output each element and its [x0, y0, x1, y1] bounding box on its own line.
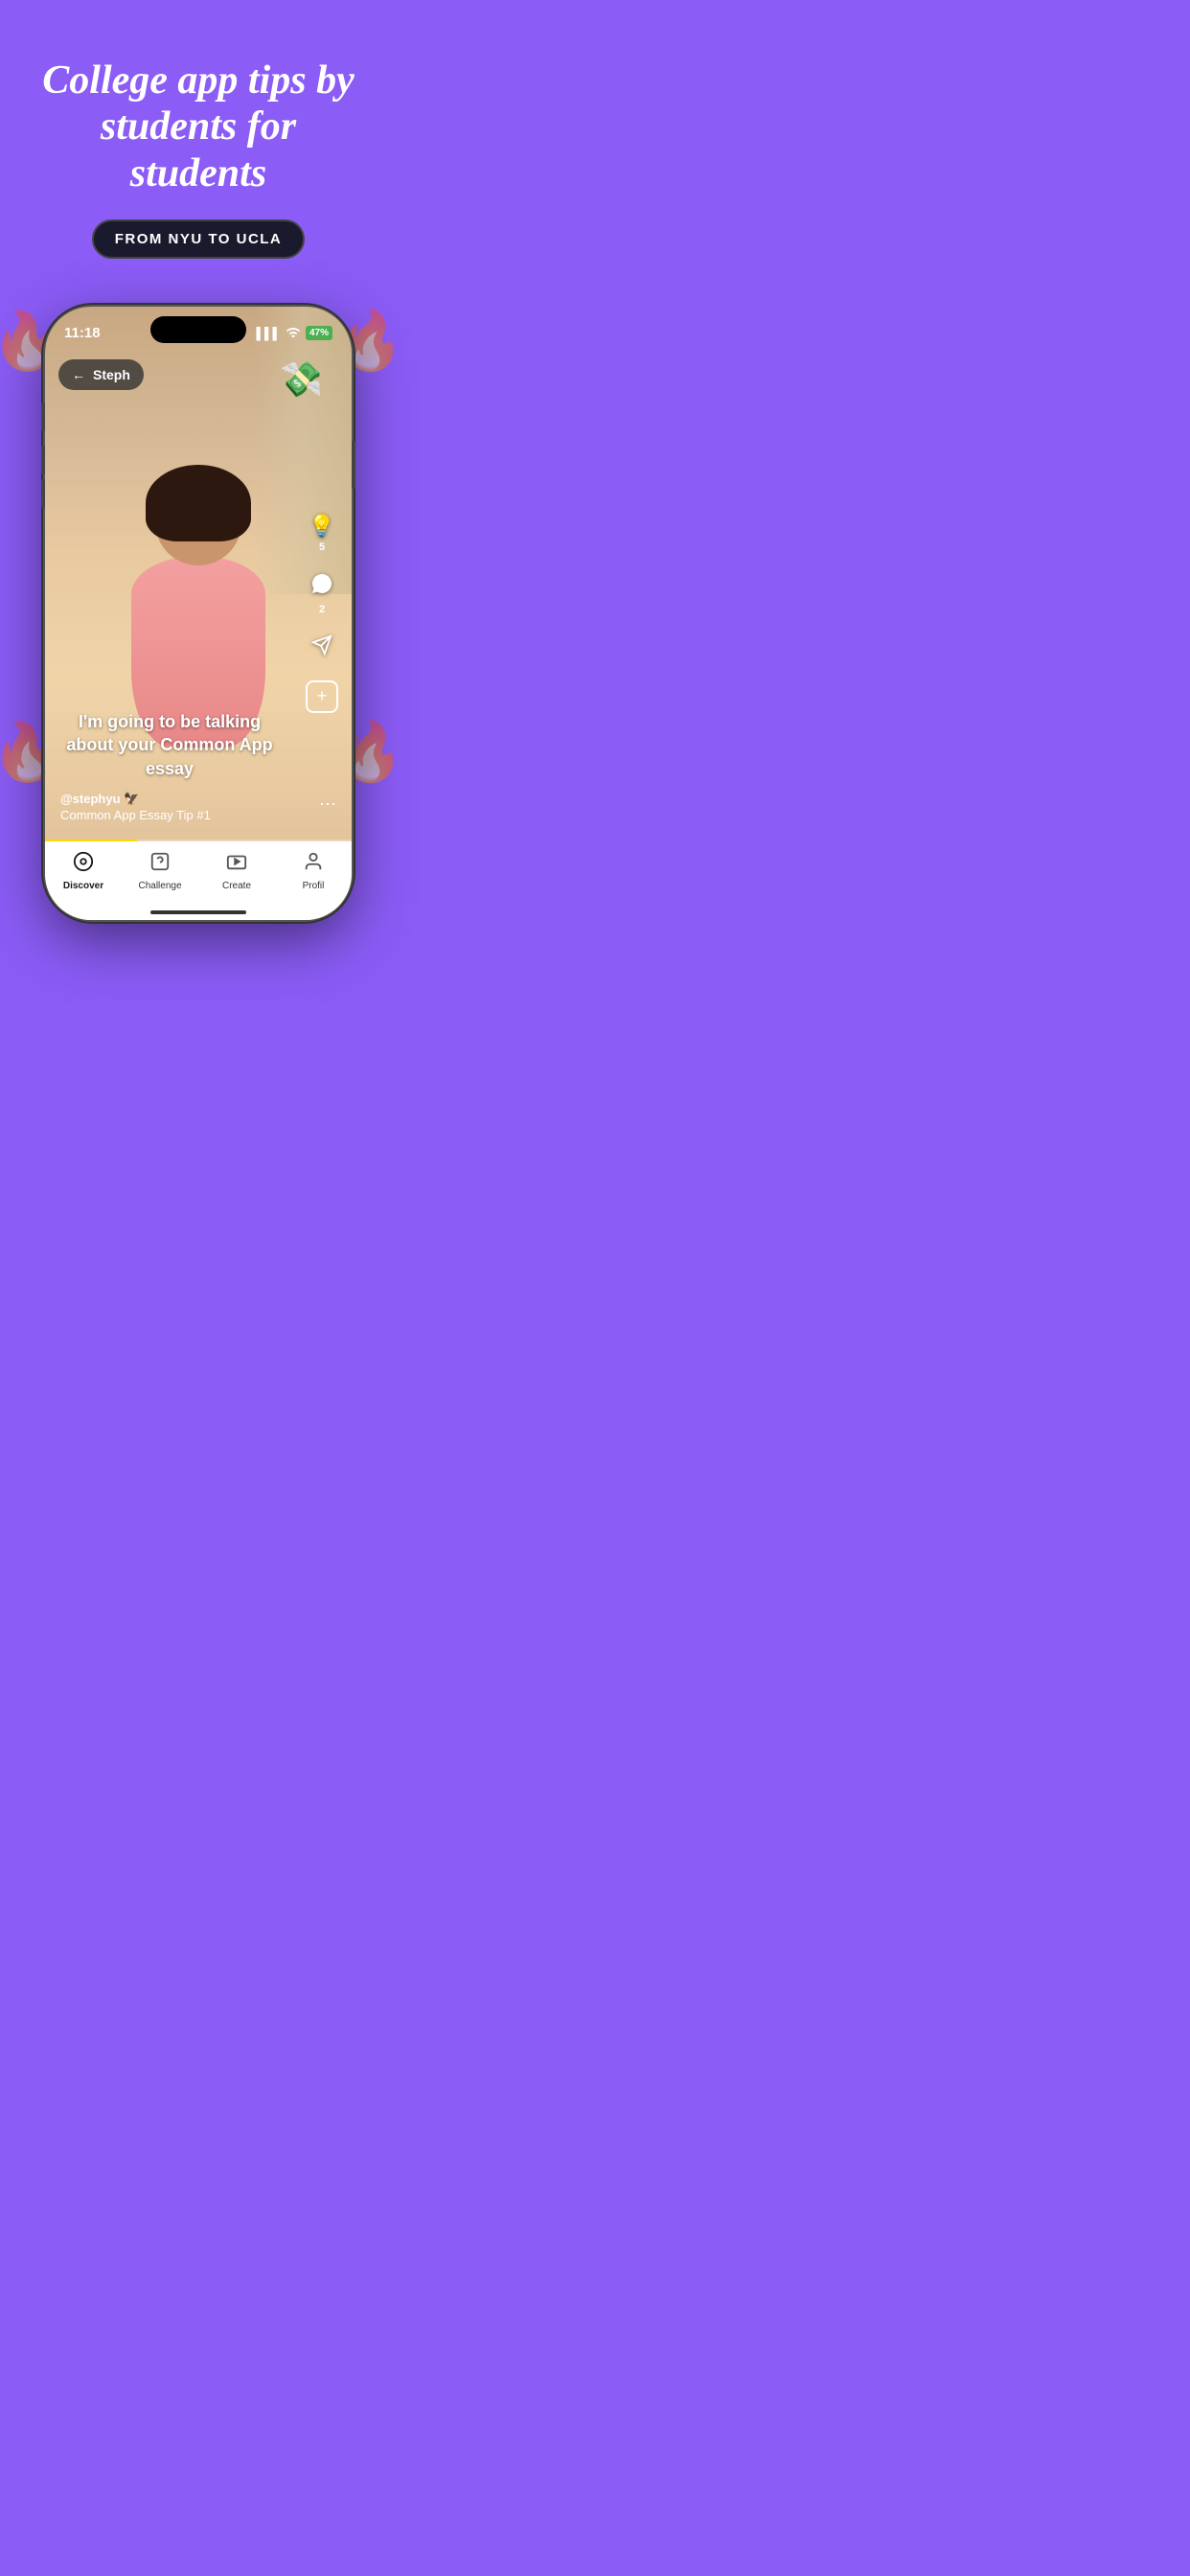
status-time: 11:18	[64, 325, 101, 341]
caption-main-text: I'm going to be talking about your Commo…	[60, 710, 279, 780]
back-arrow-icon: ←	[72, 367, 85, 382]
headline: College app tips by students for student…	[29, 58, 368, 196]
person-head	[155, 479, 241, 565]
nav-create-label: Create	[222, 881, 251, 891]
discover-icon	[73, 851, 94, 878]
nav-discover[interactable]: Discover	[45, 851, 122, 891]
wifi-icon	[286, 326, 301, 340]
share-icon	[311, 634, 332, 661]
tip-icon: 💡	[309, 514, 334, 539]
caption-area: I'm going to be talking about your Commo…	[45, 710, 294, 824]
phone-screen: 11:18 ▌▌▌ 47%	[45, 307, 352, 920]
battery-indicator: 47%	[306, 326, 332, 340]
home-indicator	[150, 910, 246, 914]
profil-icon	[303, 851, 324, 878]
tip-count: 5	[319, 541, 325, 553]
nav-profil[interactable]: Profil	[275, 851, 352, 891]
video-title-text: Common App Essay Tip #1	[60, 807, 279, 824]
phone-frame: 11:18 ▌▌▌ 47%	[45, 307, 352, 920]
bottom-navigation: Discover Challenge	[45, 841, 352, 920]
comment-action[interactable]: 2	[310, 572, 333, 615]
nav-challenge[interactable]: Challenge	[122, 851, 198, 891]
create-icon	[226, 851, 247, 878]
nav-profil-label: Profil	[303, 881, 325, 891]
header-section: College app tips by students for student…	[0, 0, 397, 307]
video-title: Common App Essay Tip #1	[60, 808, 211, 822]
tag-pill: FROM NYU TO UCLA	[92, 219, 306, 259]
challenge-icon	[149, 851, 171, 878]
back-button[interactable]: ← Steph	[58, 359, 144, 390]
nav-challenge-label: Challenge	[138, 881, 181, 891]
right-actions: 💡 5 2	[306, 514, 338, 713]
money-emoji: 💸	[280, 359, 323, 400]
dynamic-island	[150, 316, 246, 343]
add-icon: +	[306, 680, 338, 713]
nav-discover-label: Discover	[63, 881, 103, 891]
username: @stephyu 🦅	[60, 792, 139, 807]
signal-icon: ▌▌▌	[256, 327, 281, 340]
back-button-label: Steph	[93, 367, 130, 382]
three-dots-menu[interactable]: ⋯	[319, 794, 338, 815]
status-icons: ▌▌▌ 47%	[256, 326, 332, 340]
tip-action[interactable]: 💡 5	[309, 514, 334, 553]
share-action[interactable]	[311, 634, 332, 661]
user-info: @stephyu 🦅	[60, 792, 279, 807]
phone-wrapper: 11:18 ▌▌▌ 47%	[45, 307, 352, 920]
add-action[interactable]: +	[306, 680, 338, 713]
person-hair	[146, 465, 251, 541]
comment-icon	[310, 572, 333, 601]
nav-create[interactable]: Create	[198, 851, 275, 891]
comment-count: 2	[319, 604, 325, 615]
